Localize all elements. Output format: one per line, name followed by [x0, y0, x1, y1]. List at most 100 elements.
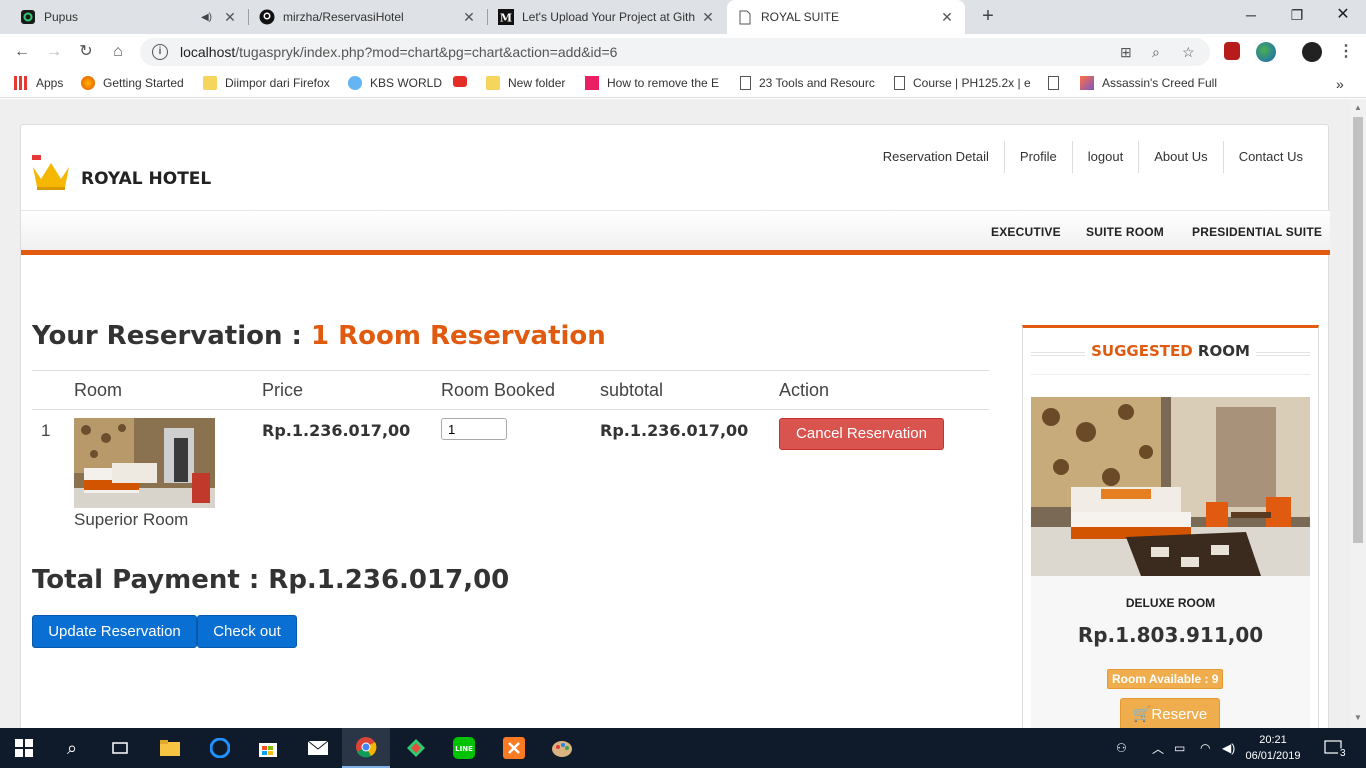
tab-pupus[interactable]: Pupus ◀) ✕: [10, 0, 248, 34]
bookmark-new-folder[interactable]: New folder: [486, 76, 565, 90]
close-icon[interactable]: ✕: [939, 9, 955, 26]
reload-button[interactable]: ↻: [74, 40, 98, 64]
wifi-icon[interactable]: ◠: [1200, 728, 1210, 768]
people-icon[interactable]: ⚇: [1116, 728, 1127, 768]
suggested-room-image[interactable]: [1031, 397, 1310, 576]
cancel-reservation-button[interactable]: Cancel Reservation: [779, 418, 944, 450]
file-explorer-icon[interactable]: [146, 728, 194, 768]
tab-medium[interactable]: M Let's Upload Your Project at Gith ✕: [488, 0, 726, 34]
tab-github[interactable]: mirzha/ReservasiHotel ✕: [249, 0, 487, 34]
bookmark-apps[interactable]: Apps: [14, 76, 63, 90]
zoom-icon[interactable]: ⌕: [1152, 38, 1160, 66]
home-button[interactable]: ⌂: [106, 40, 130, 64]
notification-center-icon[interactable]: 3: [1324, 728, 1348, 768]
bookmark-star-icon[interactable]: ☆: [1182, 38, 1195, 66]
nav-profile[interactable]: Profile: [1003, 141, 1072, 173]
bookmark-youtube[interactable]: [453, 76, 475, 87]
checkout-button[interactable]: Check out: [197, 615, 297, 648]
bookmark-page[interactable]: [1048, 76, 1067, 90]
column-header: Room: [74, 380, 123, 400]
line-icon[interactable]: LINE: [440, 728, 488, 768]
room-name: Superior Room: [74, 510, 189, 529]
speaker-icon[interactable]: ◀): [201, 12, 212, 23]
address-bar[interactable]: i localhost/tugaspryk/index.php?mod=char…: [140, 38, 1210, 66]
tray-overflow-icon[interactable]: ︿: [1152, 728, 1164, 768]
suggested-heading: SUGGESTED ROOM: [1031, 342, 1310, 362]
room-booked-input[interactable]: [441, 418, 507, 440]
info-icon[interactable]: i: [152, 44, 168, 60]
maximize-button[interactable]: ❐: [1274, 0, 1320, 30]
system-clock[interactable]: 20:21 06/01/2019: [1242, 732, 1304, 764]
bookmark-label: Course | PH125.2x | e: [913, 76, 1031, 90]
close-icon[interactable]: ✕: [461, 9, 477, 26]
site-logo[interactable]: ROYAL HOTEL: [31, 155, 211, 191]
svg-text:LINE: LINE: [455, 745, 473, 753]
bookmark-kbs-world[interactable]: KBS WORLD: [348, 76, 442, 90]
bookmark-course[interactable]: Course | PH125.2x | e: [894, 76, 1031, 90]
bookmarks-overflow-icon[interactable]: »: [1336, 76, 1344, 92]
profile-avatar[interactable]: [1302, 42, 1322, 62]
room-price: Rp.1.236.017,00: [262, 421, 411, 440]
bookmark-label: How to remove the E: [607, 76, 720, 90]
bookmark-label: Assassin's Creed Full: [1102, 76, 1217, 90]
cart-icon: 🛒: [1132, 706, 1152, 723]
back-button[interactable]: ←: [10, 40, 34, 64]
task-view-icon[interactable]: [96, 728, 144, 768]
kbs-icon: [348, 76, 362, 90]
nav-contact-us[interactable]: Contact Us: [1222, 141, 1318, 173]
git-kraken-icon[interactable]: [392, 728, 440, 768]
nav-executive[interactable]: EXECUTIVE: [991, 225, 1061, 239]
edge-icon[interactable]: [196, 728, 244, 768]
nav-presidential-suite[interactable]: PRESIDENTIAL SUITE: [1192, 225, 1322, 239]
shield-extension-icon[interactable]: [1224, 42, 1240, 60]
medium-icon: M: [498, 9, 514, 25]
close-icon[interactable]: ✕: [222, 9, 238, 26]
scroll-down-icon[interactable]: ▼: [1354, 713, 1362, 722]
notification-count: 3: [1338, 747, 1348, 759]
volume-icon[interactable]: ◀): [1222, 728, 1235, 768]
scrollbar-thumb[interactable]: [1353, 117, 1363, 543]
page-icon: [737, 9, 753, 25]
chrome-icon[interactable]: [342, 728, 390, 768]
main-nav: EXECUTIVE SUITE ROOM PRESIDENTIAL SUITE: [21, 210, 1330, 255]
column-header: Price: [262, 380, 304, 400]
nav-logout[interactable]: logout: [1071, 141, 1138, 173]
tab-royal-suite[interactable]: ROYAL SUITE ✕: [727, 0, 965, 34]
forward-button[interactable]: →: [42, 40, 66, 64]
close-icon[interactable]: ✕: [700, 9, 716, 26]
bookmark-getting-started[interactable]: Getting Started: [81, 76, 184, 90]
suggested-room-panel: SUGGESTED ROOM DELUXE ROOM Rp.1.803.911,…: [1022, 325, 1319, 728]
scroll-up-icon[interactable]: ▲: [1354, 103, 1362, 112]
new-tab-button[interactable]: +: [976, 4, 1000, 28]
search-icon[interactable]: ⌕: [48, 728, 96, 768]
mail-icon[interactable]: [294, 728, 342, 768]
reserve-button[interactable]: 🛒Reserve: [1120, 698, 1220, 728]
nav-reservation-detail[interactable]: Reservation Detail: [868, 141, 1004, 173]
close-window-button[interactable]: ✕: [1320, 0, 1366, 30]
bookmark-diimpor[interactable]: Diimpor dari Firefox: [203, 76, 330, 90]
windows-start-icon[interactable]: [0, 728, 48, 768]
clock-date: 06/01/2019: [1245, 750, 1301, 762]
bookmark-23-tools[interactable]: 23 Tools and Resourc: [740, 76, 875, 90]
crown-icon: [32, 155, 69, 190]
url-path: /tugaspryk/index.php?mod=chart&pg=chart&…: [235, 44, 618, 60]
reservation-table: Room Price Room Booked subtotal Action 1: [32, 370, 989, 540]
paint-icon[interactable]: [538, 728, 586, 768]
bookmark-assassins-creed[interactable]: Assassin's Creed Full: [1080, 76, 1217, 90]
menu-kebab-icon[interactable]: ⋮: [1334, 40, 1358, 64]
xampp-icon[interactable]: [490, 728, 538, 768]
nav-about-us[interactable]: About Us: [1138, 141, 1222, 173]
reservation-title-count: 1 Room Reservation: [310, 321, 606, 351]
bookmark-how-to-remove[interactable]: How to remove the E: [585, 76, 719, 90]
store-icon[interactable]: [244, 728, 292, 768]
battery-icon[interactable]: ▭: [1174, 728, 1185, 768]
page-scrollbar[interactable]: ▲ ▼: [1350, 99, 1366, 728]
app-icon: [20, 9, 36, 25]
update-reservation-button[interactable]: Update Reservation: [32, 615, 197, 648]
page-icon: [1048, 76, 1059, 90]
minimize-button[interactable]: ─: [1228, 0, 1274, 30]
room-cell: Superior Room: [74, 418, 215, 530]
translate-icon[interactable]: ⊞: [1120, 38, 1132, 66]
globe-extension-icon[interactable]: [1256, 42, 1276, 62]
nav-suite-room[interactable]: SUITE ROOM: [1086, 225, 1164, 239]
